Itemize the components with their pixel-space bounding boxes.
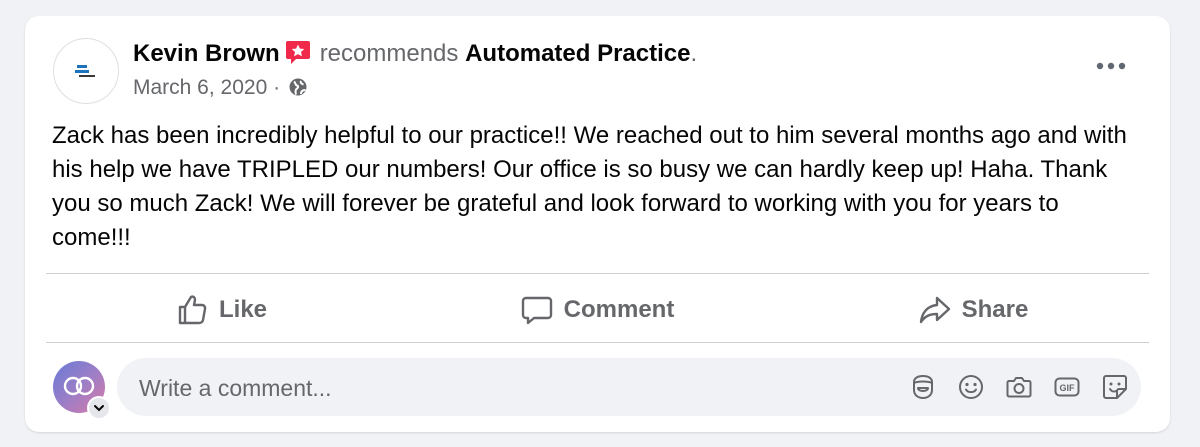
recommends-text: recommends: [319, 40, 459, 67]
thumbs-up-icon: [178, 295, 207, 325]
actions-top-divider: [46, 273, 1149, 274]
share-arrow-icon: [919, 296, 950, 324]
author-name[interactable]: Kevin Brown: [133, 40, 280, 67]
account-switch-button[interactable]: [87, 396, 111, 420]
avatar-sticker-icon[interactable]: [909, 373, 937, 401]
more-options-icon: [1096, 62, 1126, 70]
comment-button[interactable]: Comment: [417, 286, 777, 334]
like-button[interactable]: Like: [45, 286, 397, 334]
sticker-icon[interactable]: [1101, 373, 1129, 401]
page-name-link[interactable]: Automated Practice: [465, 40, 690, 67]
comment-input[interactable]: [137, 358, 841, 418]
share-button[interactable]: Share: [797, 286, 1149, 334]
comment-label: Comment: [563, 296, 675, 323]
gif-icon[interactable]: GIF: [1053, 373, 1081, 401]
share-label: Share: [961, 296, 1029, 323]
page-avatar[interactable]: [53, 38, 119, 104]
post-card: Kevin Brown recommends Automated Practic…: [25, 16, 1170, 432]
comment-composer: GIF: [117, 358, 1141, 418]
automated-practice-logo: [75, 65, 95, 77]
chevron-down-icon: [94, 405, 104, 412]
trailing-period: .: [690, 40, 698, 67]
like-label: Like: [218, 296, 268, 323]
comment-bubble-icon: [521, 296, 552, 325]
emoji-icon[interactable]: [957, 373, 985, 401]
gif-label: GIF: [1060, 383, 1076, 393]
meta-separator: ·: [267, 76, 286, 99]
globe-icon[interactable]: [288, 77, 308, 97]
post-header: Kevin Brown recommends Automated Practic…: [133, 38, 697, 70]
post-meta: March 6, 2020 ·: [133, 74, 308, 102]
recommendation-star-icon: [285, 41, 310, 64]
more-options-button[interactable]: [1091, 54, 1131, 78]
post-body: Zack has been incredibly helpful to our …: [52, 122, 1127, 251]
actions-bottom-divider: [46, 342, 1149, 343]
post-date[interactable]: March 6, 2020: [133, 76, 267, 99]
camera-icon[interactable]: [1005, 373, 1033, 401]
